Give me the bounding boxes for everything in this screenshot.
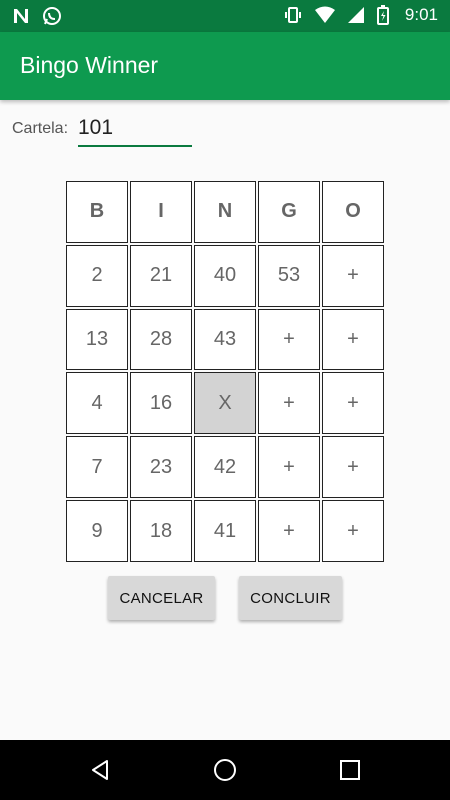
home-icon[interactable] [211,756,239,784]
bingo-cell[interactable]: 2 [66,244,128,307]
bingo-cell[interactable]: 42 [194,436,256,499]
whatsapp-icon [42,6,62,26]
bingo-cell-add[interactable]: + [322,436,384,499]
bingo-cell[interactable]: 18 [130,500,192,562]
n-notification-icon [12,7,30,25]
bingo-cell[interactable]: 53 [258,244,320,307]
cartela-input[interactable] [78,113,192,147]
bingo-cell[interactable]: 16 [130,372,192,435]
conclude-button[interactable]: CONCLUIR [239,576,342,620]
bingo-cell[interactable]: 13 [66,308,128,371]
bingo-cell-add[interactable]: + [258,436,320,499]
app-bar: Bingo Winner [0,32,450,100]
bingo-cell[interactable]: 43 [194,308,256,371]
bingo-cell[interactable]: 23 [130,436,192,499]
bingo-cell[interactable]: 40 [194,244,256,307]
wifi-icon [314,6,335,24]
bingo-cell-add[interactable]: + [322,372,384,435]
cartela-label: Cartela: [12,120,69,137]
status-bar: 9:01 [0,0,450,32]
bingo-cell-add[interactable]: + [322,500,384,562]
column-header-i: I [130,181,192,243]
signal-icon [347,6,365,24]
free-space-cell: X [194,372,256,435]
page-title: Bingo Winner [20,52,159,78]
bingo-cell-add[interactable]: + [322,244,384,307]
recents-icon[interactable] [336,756,364,784]
bingo-cell-add[interactable]: + [258,500,320,562]
bingo-cell-add[interactable]: + [258,372,320,435]
bingo-card: B I N G O 2 21 40 53 + 13 28 43 + + 4 16… [66,181,384,562]
bingo-cell[interactable]: 9 [66,500,128,562]
cancel-button[interactable]: CANCELAR [108,576,215,620]
bingo-cell-add[interactable]: + [322,308,384,371]
bingo-cell-add[interactable]: + [258,308,320,371]
column-header-o: O [322,181,384,243]
bingo-cell[interactable]: 41 [194,500,256,562]
status-time: 9:01 [404,5,438,24]
bingo-cell[interactable]: 28 [130,308,192,371]
battery-icon [376,5,389,25]
column-header-n: N [194,181,256,243]
back-icon[interactable] [86,756,114,784]
bingo-cell[interactable]: 4 [66,372,128,435]
vibrate-icon [283,5,303,25]
bingo-cell[interactable]: 21 [130,244,192,307]
column-header-g: G [258,181,320,243]
bingo-cell[interactable]: 7 [66,436,128,499]
navigation-bar [0,740,450,800]
column-header-b: B [66,181,128,243]
